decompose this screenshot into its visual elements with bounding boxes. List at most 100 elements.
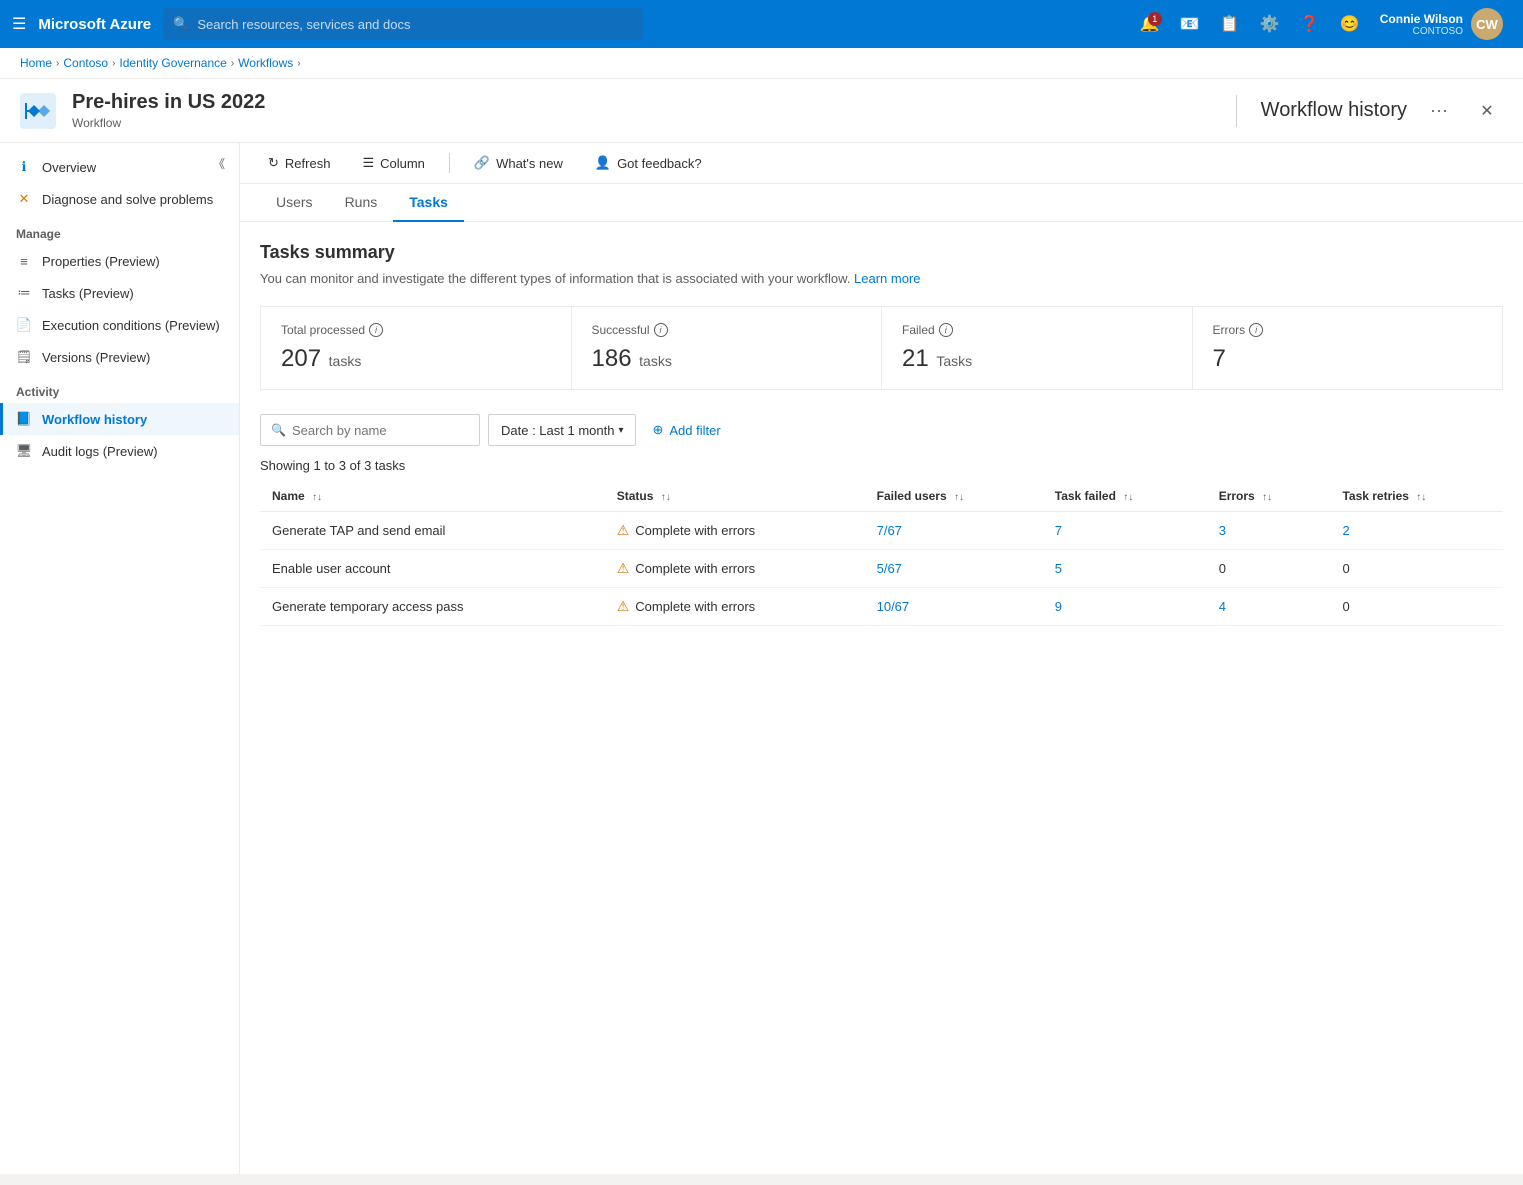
col-task-retries[interactable]: Task retries ↑↓ <box>1330 481 1503 512</box>
breadcrumb-home[interactable]: Home <box>20 56 52 70</box>
task-failed-link-0[interactable]: 7 <box>1055 523 1062 538</box>
errors-info-icon[interactable]: i <box>1249 323 1263 337</box>
header-divider <box>1236 95 1237 127</box>
col-name-sort[interactable]: ↑↓ <box>312 492 322 503</box>
warning-icon-0: ⚠ <box>617 522 630 539</box>
col-name[interactable]: Name ↑↓ <box>260 481 605 512</box>
breadcrumb-workflows[interactable]: Workflows <box>238 56 293 70</box>
execution-icon: 📄 <box>16 317 32 333</box>
sidebar-item-execution[interactable]: 📄 Execution conditions (Preview) <box>0 309 239 341</box>
topnav-icons: 🔔 1 📧 📋 ⚙️ ❓ 😊 Connie Wilson CONTOSO CW <box>1132 6 1511 42</box>
table-row: Generate temporary access pass ⚠ Complet… <box>260 588 1503 626</box>
refresh-icon: ↻ <box>268 155 279 171</box>
errors-link-0[interactable]: 3 <box>1219 523 1226 538</box>
breadcrumb-sep-2: › <box>112 58 115 69</box>
successful-value: 186 <box>592 345 632 372</box>
search-icon: 🔍 <box>173 16 189 32</box>
versions-icon: 🗒 <box>16 349 32 365</box>
col-errors[interactable]: Errors ↑↓ <box>1207 481 1331 512</box>
column-icon: ☰ <box>362 155 374 171</box>
tab-tasks[interactable]: Tasks <box>393 184 464 222</box>
whats-new-button[interactable]: 🔗 What's new <box>466 151 571 175</box>
col-failed-users[interactable]: Failed users ↑↓ <box>865 481 1043 512</box>
total-info-icon[interactable]: i <box>369 323 383 337</box>
sidebar-item-versions[interactable]: 🗒 Versions (Preview) <box>0 341 239 373</box>
col-errors-sort[interactable]: ↑↓ <box>1262 492 1272 503</box>
add-filter-icon: ⊕ <box>652 422 663 438</box>
sidebar-item-overview[interactable]: ℹ Overview <box>0 151 239 183</box>
add-filter-button[interactable]: ⊕ Add filter <box>644 414 728 446</box>
cloud-shell-icon[interactable]: 📧 <box>1172 6 1208 42</box>
task-failed-link-1[interactable]: 5 <box>1055 561 1062 576</box>
breadcrumb-contoso[interactable]: Contoso <box>63 56 108 70</box>
notification-badge: 1 <box>1148 12 1162 26</box>
tasks-section-title: Tasks summary <box>260 242 1503 263</box>
brand-name: Microsoft Azure <box>38 16 151 33</box>
hamburger-icon[interactable]: ☰ <box>12 14 26 34</box>
status-text-1: Complete with errors <box>635 561 755 576</box>
cell-name-0: Generate TAP and send email <box>260 512 605 550</box>
col-task-failed-sort[interactable]: ↑↓ <box>1123 492 1133 503</box>
content-area: ↻ Refresh ☰ Column 🔗 What's new 👤 Got fe… <box>240 143 1523 1174</box>
successful-unit: tasks <box>639 353 672 369</box>
sidebar-item-properties[interactable]: ≡ Properties (Preview) <box>0 245 239 277</box>
errors-value: 7 <box>1213 345 1226 372</box>
sidebar-versions-label: Versions (Preview) <box>42 350 150 365</box>
column-button[interactable]: ☰ Column <box>354 151 432 175</box>
feedback-icon[interactable]: 😊 <box>1332 6 1368 42</box>
breadcrumb-sep-1: › <box>56 58 59 69</box>
cell-task-retries-0: 2 <box>1330 512 1503 550</box>
retries-link-0[interactable]: 2 <box>1342 523 1349 538</box>
main-layout: 《 ℹ Overview ✕ Diagnose and solve proble… <box>0 143 1523 1174</box>
col-status-sort[interactable]: ↑↓ <box>661 492 671 503</box>
breadcrumb-sep-3: › <box>231 58 234 69</box>
col-status[interactable]: Status ↑↓ <box>605 481 865 512</box>
properties-icon: ≡ <box>16 253 32 269</box>
date-filter-chip[interactable]: Date : Last 1 month ▾ <box>488 414 636 446</box>
failed-info-icon[interactable]: i <box>939 323 953 337</box>
help-icon[interactable]: ❓ <box>1292 6 1328 42</box>
col-failed-users-sort[interactable]: ↑↓ <box>954 492 964 503</box>
sidebar-item-workflow-history[interactable]: 📘 Workflow history <box>0 403 239 435</box>
task-failed-link-2[interactable]: 9 <box>1055 599 1062 614</box>
sidebar-item-tasks[interactable]: ≔ Tasks (Preview) <box>0 277 239 309</box>
search-field[interactable]: 🔍 <box>260 414 480 446</box>
feedback-button[interactable]: 👤 Got feedback? <box>587 151 710 175</box>
sidebar-audit-logs-label: Audit logs (Preview) <box>42 444 158 459</box>
close-button[interactable]: ✕ <box>1471 95 1503 127</box>
user-menu[interactable]: Connie Wilson CONTOSO CW <box>1372 8 1511 40</box>
search-by-name-input[interactable] <box>292 423 469 438</box>
failed-users-link-2[interactable]: 10/67 <box>877 599 910 614</box>
search-input[interactable] <box>197 17 633 32</box>
failed-users-link-1[interactable]: 5/67 <box>877 561 902 576</box>
col-task-failed[interactable]: Task failed ↑↓ <box>1043 481 1207 512</box>
status-text-2: Complete with errors <box>635 599 755 614</box>
learn-more-link[interactable]: Learn more <box>854 271 920 286</box>
failed-value: 21 <box>902 345 929 372</box>
sidebar-overview-label: Overview <box>42 160 96 175</box>
date-filter-label: Date : Last 1 month <box>501 423 614 438</box>
notifications-icon[interactable]: 🔔 1 <box>1132 6 1168 42</box>
portal-menu-icon[interactable]: 📋 <box>1212 6 1248 42</box>
failed-users-link-0[interactable]: 7/67 <box>877 523 902 538</box>
sidebar-collapse-button[interactable]: 《 <box>207 151 231 175</box>
errors-link-2[interactable]: 4 <box>1219 599 1226 614</box>
tab-users[interactable]: Users <box>260 184 329 222</box>
refresh-button[interactable]: ↻ Refresh <box>260 151 338 175</box>
col-task-retries-sort[interactable]: ↑↓ <box>1416 492 1426 503</box>
toolbar: ↻ Refresh ☰ Column 🔗 What's new 👤 Got fe… <box>240 143 1523 184</box>
settings-icon[interactable]: ⚙️ <box>1252 6 1288 42</box>
successful-info-icon[interactable]: i <box>654 323 668 337</box>
sidebar-item-audit-logs[interactable]: 🖥 Audit logs (Preview) <box>0 435 239 467</box>
failed-unit: Tasks <box>936 353 972 369</box>
filter-row: 🔍 Date : Last 1 month ▾ ⊕ Add filter <box>260 414 1503 446</box>
tab-runs[interactable]: Runs <box>329 184 394 222</box>
sidebar-item-diagnose[interactable]: ✕ Diagnose and solve problems <box>0 183 239 215</box>
breadcrumb-identity-governance[interactable]: Identity Governance <box>119 56 226 70</box>
ellipsis-menu[interactable]: ··· <box>1423 95 1455 127</box>
section-title-header: Workflow history <box>1261 99 1407 122</box>
warning-icon-2: ⚠ <box>617 598 630 615</box>
search-bar[interactable]: 🔍 <box>163 8 643 40</box>
page-header: Pre-hires in US 2022 Workflow Workflow h… <box>0 79 1523 143</box>
cell-errors-2: 4 <box>1207 588 1331 626</box>
